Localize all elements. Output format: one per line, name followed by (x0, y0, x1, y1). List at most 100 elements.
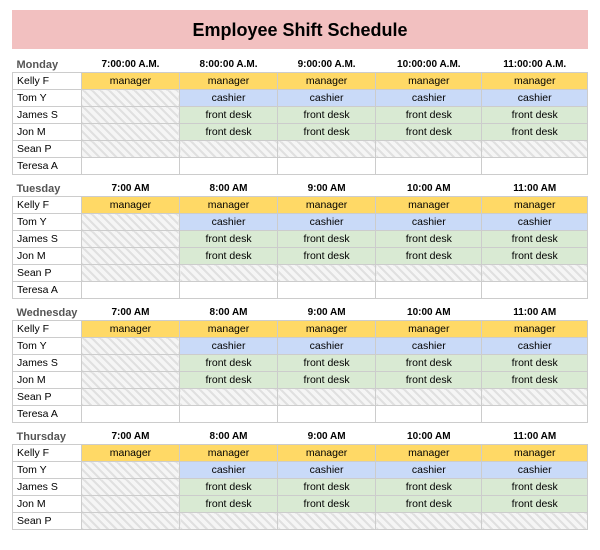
schedule-cell: manager (278, 73, 376, 90)
schedule-cell (278, 406, 376, 423)
schedule-cell: front desk (482, 372, 588, 389)
schedule-cell: manager (376, 445, 482, 462)
schedule-cell: front desk (278, 248, 376, 265)
day-header-row: Thursday7:00 AM8:00 AM9:00 AM10:00 AM11:… (13, 427, 588, 445)
employee-name: Kelly F (13, 445, 82, 462)
schedule-cell (81, 124, 179, 141)
employee-row: James Sfront deskfront deskfront deskfro… (13, 479, 588, 496)
time-header-cell: 9:00 AM (278, 303, 376, 321)
time-header-cell: 11:00 AM (482, 179, 588, 197)
schedule-cell (482, 389, 588, 406)
schedule-cell: front desk (180, 479, 278, 496)
schedule-cell: front desk (482, 248, 588, 265)
employee-name: Jon M (13, 124, 82, 141)
employee-name: Sean P (13, 389, 82, 406)
schedule-cell (278, 141, 376, 158)
employee-row: Jon Mfront deskfront deskfront deskfront… (13, 372, 588, 389)
schedule-cell: manager (81, 73, 179, 90)
time-header-cell: 9:00 AM (278, 427, 376, 445)
time-header-cell: 9:00 AM (278, 179, 376, 197)
employee-name: Tom Y (13, 90, 82, 107)
schedule-cell (81, 355, 179, 372)
time-header-cell: 8:00:00 A.M. (180, 55, 278, 73)
schedule-cell (180, 406, 278, 423)
time-header-cell: 10:00:00 A.M. (376, 55, 482, 73)
schedule-cell: cashier (180, 214, 278, 231)
schedule-cell: front desk (278, 107, 376, 124)
employee-name: Teresa A (13, 406, 82, 423)
employee-name: Teresa A (13, 282, 82, 299)
day-header-row: Monday7:00:00 A.M.8:00:00 A.M.9:00:00 A.… (13, 55, 588, 73)
schedule-cell: front desk (278, 496, 376, 513)
schedule-cell (81, 265, 179, 282)
schedule-cell: front desk (278, 124, 376, 141)
employee-name: James S (13, 107, 82, 124)
schedule-cell (278, 513, 376, 530)
schedule-cell (376, 265, 482, 282)
employee-row: Jon Mfront deskfront deskfront deskfront… (13, 248, 588, 265)
schedule-cell: front desk (482, 496, 588, 513)
schedule-cell (482, 513, 588, 530)
time-header-cell: 7:00 AM (81, 179, 179, 197)
employee-row: Jon Mfront deskfront deskfront deskfront… (13, 124, 588, 141)
schedule-cell: cashier (482, 462, 588, 479)
schedule-cell: front desk (482, 479, 588, 496)
time-header-cell: 7:00 AM (81, 303, 179, 321)
employee-row: Tom Ycashiercashiercashiercashier (13, 462, 588, 479)
schedule-cell (376, 158, 482, 175)
employee-name: James S (13, 231, 82, 248)
schedule-cell (81, 338, 179, 355)
employee-row: Kelly Fmanagermanagermanagermanagermanag… (13, 197, 588, 214)
employee-name: James S (13, 355, 82, 372)
time-header-cell: 8:00 AM (180, 303, 278, 321)
employee-name: Sean P (13, 513, 82, 530)
schedule-cell (482, 282, 588, 299)
employee-name: Kelly F (13, 321, 82, 338)
employee-name: Sean P (13, 265, 82, 282)
schedule-cell: cashier (376, 90, 482, 107)
time-header-cell: 11:00 AM (482, 303, 588, 321)
employee-name: Tom Y (13, 338, 82, 355)
day-label: Tuesday (13, 179, 82, 197)
schedule-cell: manager (180, 321, 278, 338)
schedule-cell (376, 389, 482, 406)
schedule-cell (376, 406, 482, 423)
schedule-cell (278, 282, 376, 299)
schedule-cell (180, 265, 278, 282)
employee-row: Tom Ycashiercashiercashiercashier (13, 90, 588, 107)
schedule-cell (81, 158, 179, 175)
schedule-cell: front desk (376, 496, 482, 513)
schedule-cell (180, 513, 278, 530)
day-header-row: Tuesday7:00 AM8:00 AM9:00 AM10:00 AM11:0… (13, 179, 588, 197)
employee-row: Sean P (13, 265, 588, 282)
title-area: Employee Shift Schedule (12, 10, 588, 49)
schedule-cell: front desk (376, 231, 482, 248)
schedule-cell (81, 389, 179, 406)
time-header-cell: 7:00:00 A.M. (81, 55, 179, 73)
schedule-cell: cashier (278, 90, 376, 107)
employee-row: Tom Ycashiercashiercashiercashier (13, 214, 588, 231)
page: Employee Shift Schedule Monday7:00:00 A.… (0, 0, 600, 550)
employee-name: Jon M (13, 248, 82, 265)
schedule-cell: cashier (180, 338, 278, 355)
time-header-cell: 10:00 AM (376, 179, 482, 197)
schedule-cell (180, 141, 278, 158)
schedule-cell (278, 389, 376, 406)
schedule-cell: front desk (278, 479, 376, 496)
schedule-cell: cashier (278, 338, 376, 355)
schedule-cell: cashier (278, 214, 376, 231)
employee-name: Jon M (13, 372, 82, 389)
employee-row: James Sfront deskfront deskfront deskfro… (13, 355, 588, 372)
employee-row: Teresa A (13, 282, 588, 299)
schedule-cell: front desk (482, 355, 588, 372)
schedule-table: Monday7:00:00 A.M.8:00:00 A.M.9:00:00 A.… (12, 55, 588, 530)
schedule-cell: front desk (376, 479, 482, 496)
schedule-cell: manager (482, 445, 588, 462)
schedule-cell: manager (278, 321, 376, 338)
schedule-cell: manager (180, 197, 278, 214)
schedule-cell: front desk (180, 107, 278, 124)
schedule-cell (81, 107, 179, 124)
employee-name: Kelly F (13, 197, 82, 214)
schedule-cell: front desk (376, 248, 482, 265)
employee-row: Kelly Fmanagermanagermanagermanagermanag… (13, 321, 588, 338)
